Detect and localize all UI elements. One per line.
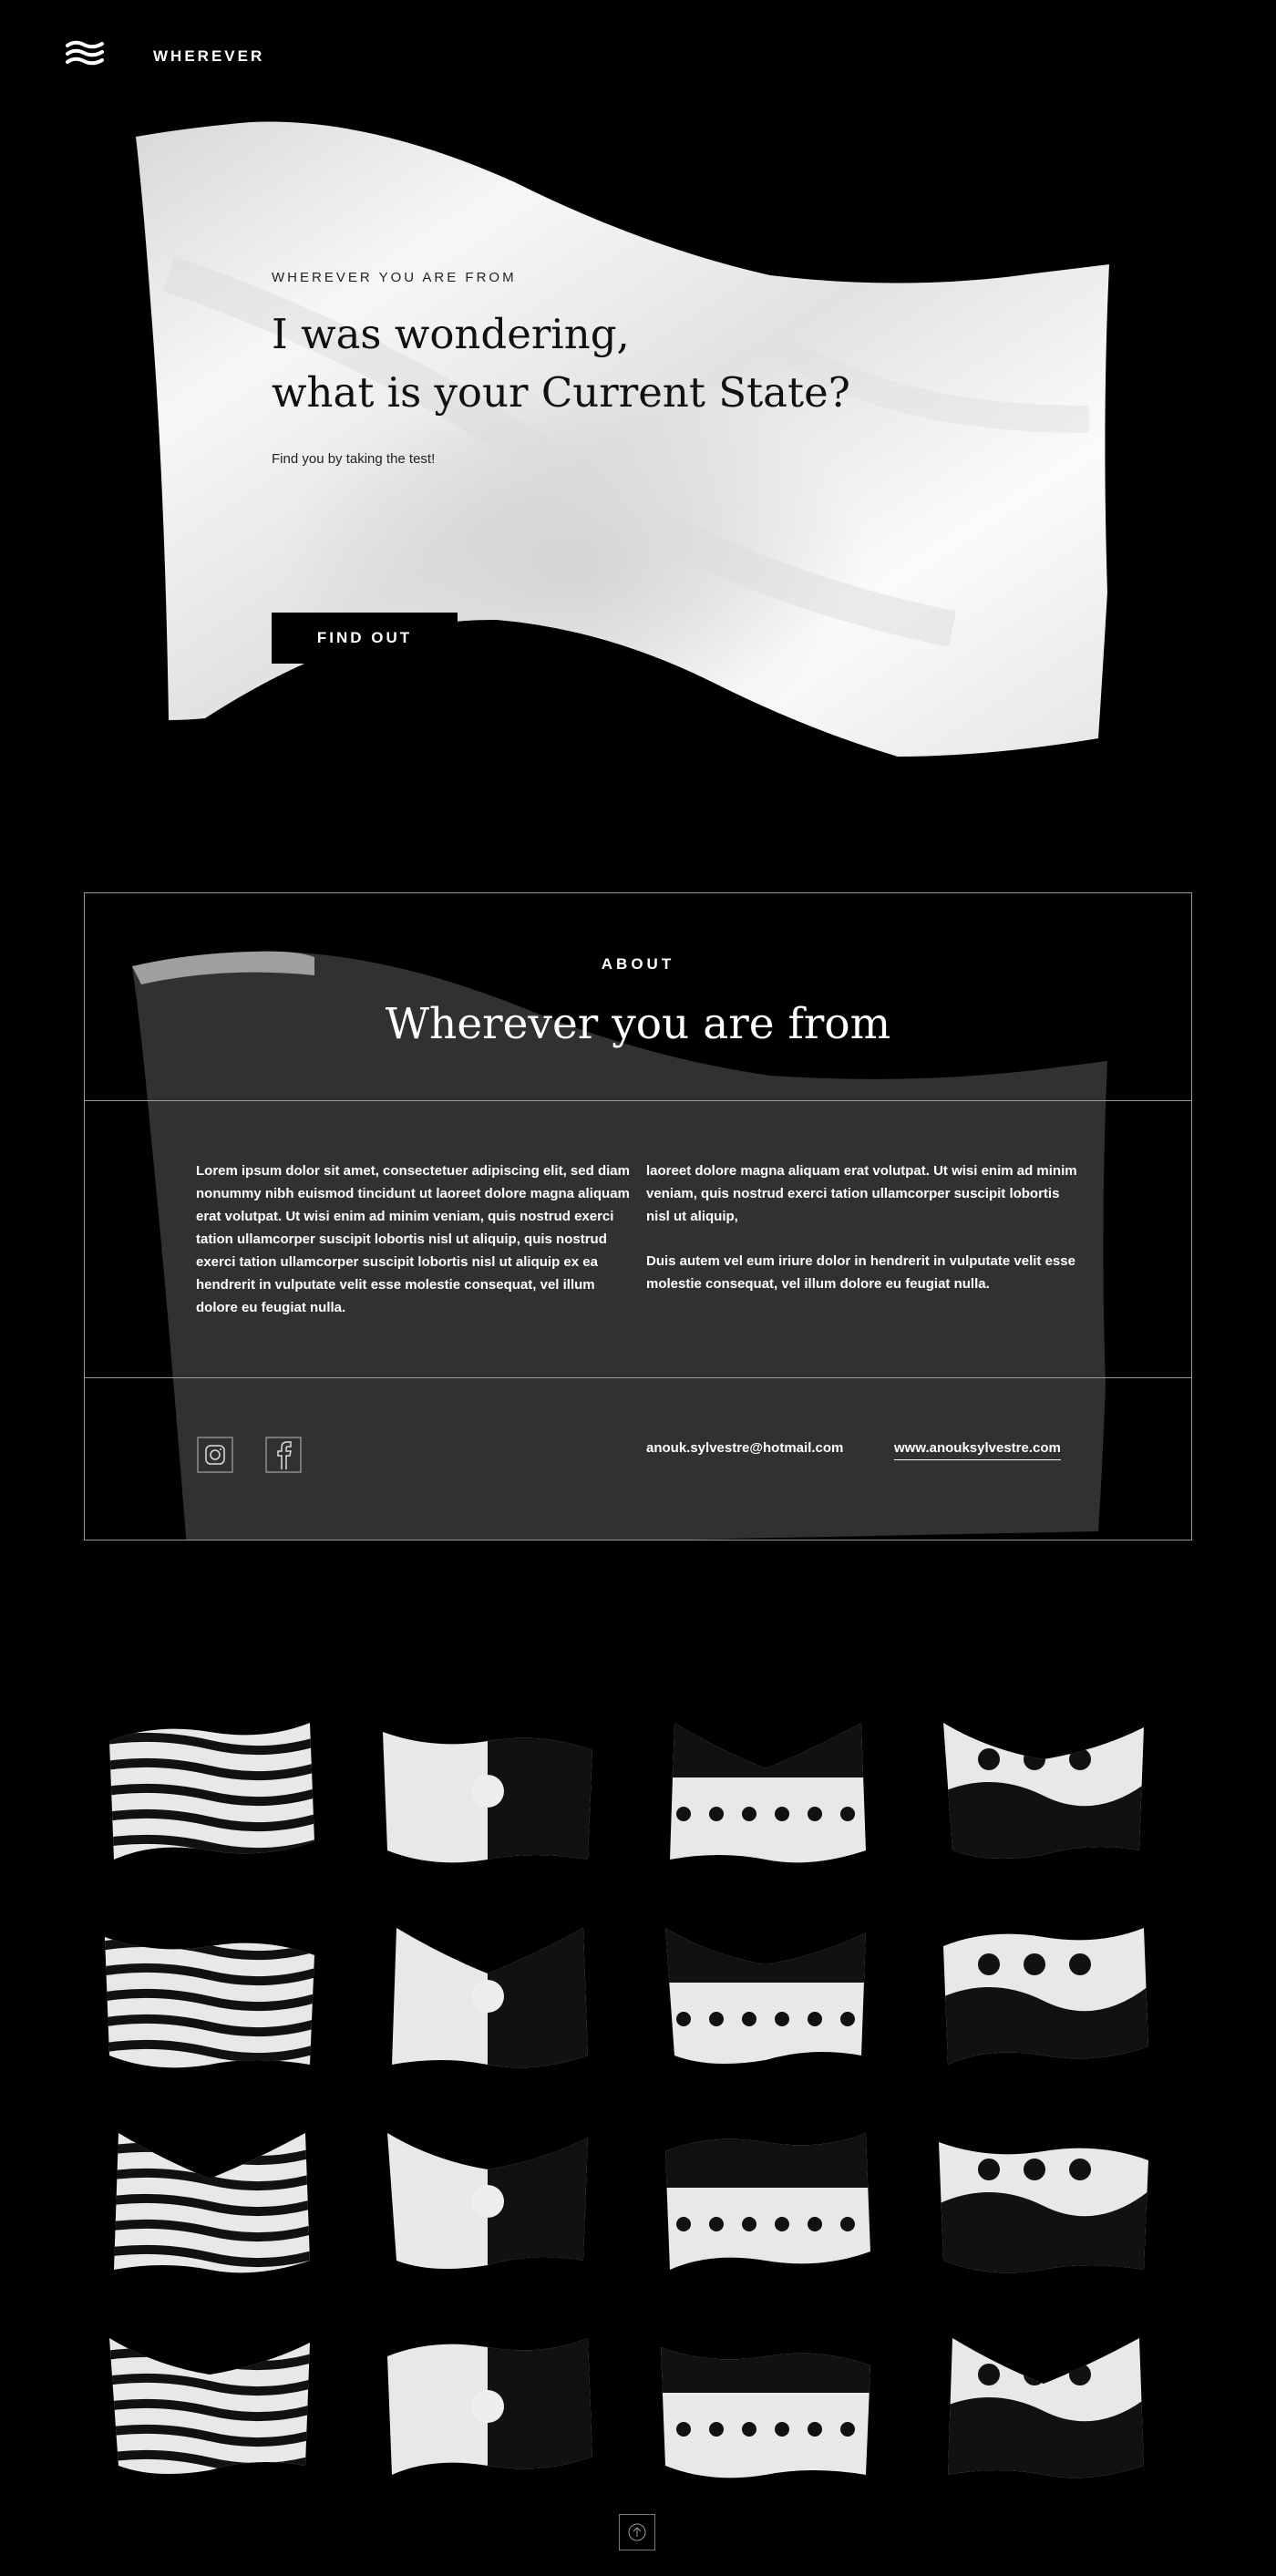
find-out-button[interactable]: FIND OUT bbox=[272, 613, 458, 664]
flag-icon[interactable] bbox=[656, 2329, 875, 2484]
about-label: ABOUT bbox=[601, 955, 675, 973]
about-contact-row: anouk.sylvestre@hotmail.com www.anouksyl… bbox=[85, 1378, 1191, 1540]
hero-content: WHEREVER YOU ARE FROM I was wondering, w… bbox=[272, 270, 910, 664]
flag-icon[interactable] bbox=[100, 1714, 319, 1869]
arrow-up-icon bbox=[628, 2523, 646, 2541]
flag-icon[interactable] bbox=[100, 2329, 319, 2484]
flag-icon[interactable] bbox=[100, 1919, 319, 2074]
hero-title-line-1: I was wondering, bbox=[272, 310, 630, 358]
flag-icon[interactable] bbox=[656, 1919, 875, 2074]
about-paragraph: Duis autem vel eum iriure dolor in hendr… bbox=[646, 1253, 1075, 1292]
about-section: ABOUT Wherever you are from Lorem ipsum … bbox=[84, 892, 1192, 1540]
about-paragraph: laoreet dolore magna aliquam erat volutp… bbox=[646, 1163, 1077, 1224]
back-to-top-button[interactable] bbox=[619, 2514, 655, 2550]
hero-title-line-2: what is your Current State? bbox=[272, 368, 850, 417]
flag-icon[interactable] bbox=[934, 1714, 1153, 1869]
contact-website-link[interactable]: www.anouksylvestre.com bbox=[894, 1440, 1061, 1460]
about-text-left: Lorem ipsum dolor sit amet, consectetuer… bbox=[196, 1159, 632, 1319]
hero-eyebrow: WHEREVER YOU ARE FROM bbox=[272, 270, 517, 285]
about-paragraph: Lorem ipsum dolor sit amet, consectetuer… bbox=[196, 1163, 630, 1315]
hero-section: WHEREVER YOU ARE FROM I was wondering, w… bbox=[0, 100, 1276, 811]
facebook-icon[interactable] bbox=[265, 1437, 302, 1473]
hero-subtitle: Find you by taking the test! bbox=[272, 451, 436, 467]
flag-gallery bbox=[100, 1714, 1176, 2516]
brand-name[interactable]: WHEREVER bbox=[153, 47, 264, 66]
about-title: Wherever you are from bbox=[385, 999, 891, 1049]
flag-icon[interactable] bbox=[656, 2124, 875, 2279]
flag-icon[interactable] bbox=[100, 2124, 319, 2279]
about-text-right: laoreet dolore magna aliquam erat volutp… bbox=[646, 1159, 1082, 1295]
about-text-row: Lorem ipsum dolor sit amet, consectetuer… bbox=[85, 1101, 1191, 1378]
flag-icon[interactable] bbox=[378, 2124, 597, 2279]
hero-title: I was wondering, what is your Current St… bbox=[272, 305, 910, 422]
flag-icon[interactable] bbox=[934, 1919, 1153, 2074]
instagram-icon[interactable] bbox=[197, 1437, 233, 1473]
flag-icon[interactable] bbox=[378, 1919, 597, 2074]
about-heading-row: ABOUT Wherever you are from bbox=[85, 893, 1191, 1101]
flag-icon[interactable] bbox=[934, 2329, 1153, 2484]
flag-icon[interactable] bbox=[378, 2329, 597, 2484]
flag-icon[interactable] bbox=[656, 1714, 875, 1869]
site-header: WHEREVER bbox=[0, 0, 1276, 109]
flag-icon[interactable] bbox=[934, 2124, 1153, 2279]
flag-icon[interactable] bbox=[378, 1714, 597, 1869]
waving-flag-logo-icon[interactable] bbox=[66, 40, 106, 67]
contact-email[interactable]: anouk.sylvestre@hotmail.com bbox=[646, 1440, 843, 1456]
